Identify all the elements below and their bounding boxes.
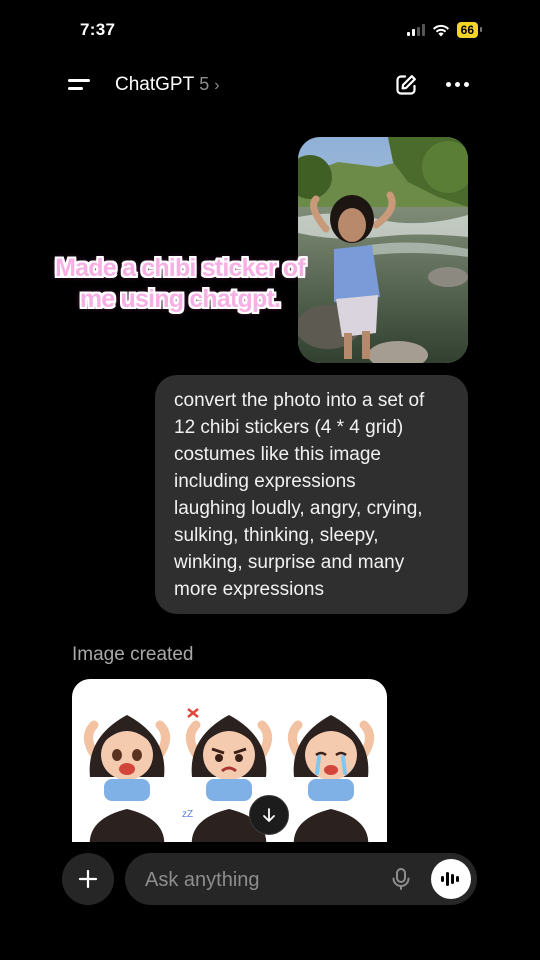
message-line: convert the photo into a set of [174, 390, 425, 411]
voice-waveform-icon [441, 872, 459, 886]
user-photo[interactable] [298, 137, 468, 363]
chat-screen: 7:37 66 ChatGPT 5 › Made a chibi sticker… [0, 0, 540, 960]
sticker-row-2: zZ [89, 809, 369, 842]
message-line: costumes like this image [174, 444, 381, 465]
message-line: sulking, thinking, sleepy, [174, 525, 379, 546]
message-line: including expressions [174, 471, 356, 492]
arrow-down-icon [263, 808, 275, 822]
caption-line-2: me using chatgpt. [79, 285, 281, 313]
chat-header: ChatGPT 5 › [0, 62, 540, 108]
model-version: 5 [199, 74, 210, 94]
plus-icon [78, 869, 98, 889]
message-input-bar [125, 853, 477, 907]
model-selector[interactable]: ChatGPT 5 › [115, 74, 220, 96]
message-line: more expressions [174, 579, 324, 600]
scroll-down-button[interactable] [249, 795, 289, 835]
message-input[interactable] [143, 853, 377, 907]
add-attachment-button[interactable] [62, 853, 114, 905]
message-line: 12 chibi stickers (4 * 4 grid) [174, 417, 404, 438]
sticker-crying [288, 715, 374, 801]
battery-indicator: 66 [456, 22, 483, 38]
status-time: 7:37 [80, 20, 116, 39]
svg-text:zZ: zZ [182, 809, 193, 820]
caption-line-1: Made a chibi sticker of [55, 254, 306, 282]
cellular-signal-icon [406, 24, 425, 36]
model-name: ChatGPT [115, 74, 195, 95]
message-line: laughing loudly, angry, crying, [174, 498, 423, 519]
new-chat-icon[interactable] [394, 73, 418, 97]
mic-icon[interactable] [390, 867, 412, 891]
sticker-happy [84, 715, 170, 801]
chevron-right-icon: › [214, 77, 220, 94]
voice-mode-button[interactable] [431, 859, 471, 899]
generated-sticker-image[interactable]: zZ [72, 679, 387, 842]
image-created-label: Image created [72, 644, 194, 665]
photo-illustration [298, 137, 468, 363]
sticker-angry [186, 708, 272, 801]
overlay-caption: Made a chibi sticker of me using chatgpt… [30, 253, 330, 315]
more-options-icon[interactable] [446, 82, 469, 87]
wifi-icon [432, 24, 449, 36]
message-line: winking, surprise and many [174, 552, 405, 573]
menu-icon[interactable] [68, 74, 94, 94]
status-icons: 66 [406, 22, 483, 38]
sticker-sheet: zZ [84, 708, 374, 842]
user-message-bubble[interactable]: convert the photo into a set of 12 chibi… [155, 375, 468, 614]
